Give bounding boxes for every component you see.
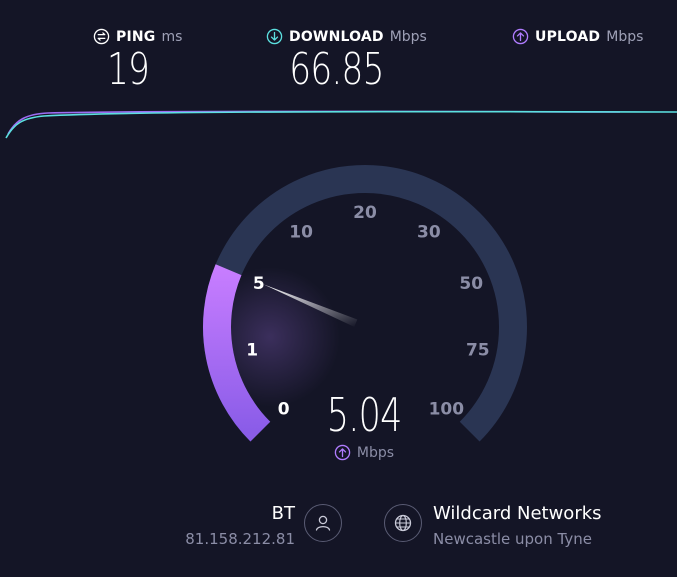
gauge-tick-label-75: 75 — [466, 340, 490, 360]
speed-gauge: 0 1 5 10 20 30 50 75 100 — [200, 165, 527, 442]
isp-ip: 81.158.212.81 — [185, 530, 295, 548]
gauge-tick-label-100: 100 — [429, 399, 465, 419]
gauge-tick-label-20: 20 — [353, 203, 377, 223]
current-speed-value: 5.04 — [326, 388, 403, 442]
gauge-tick-label-5: 5 — [253, 274, 265, 294]
current-speed-unit: Mbps — [356, 444, 395, 461]
gauge-tick-label-1: 1 — [246, 340, 258, 360]
server-info: Wildcard Networks Newcastle upon Tyne — [433, 503, 663, 548]
speedtest-screen: PING ms 19 DOWNLOAD Mbps 66.85 UPLOAD Mb… — [0, 0, 677, 577]
user-icon — [315, 515, 331, 531]
gauge-tick-label-50: 50 — [459, 274, 483, 294]
upload-arrow-icon — [334, 444, 351, 461]
isp-info: BT 81.158.212.81 — [170, 503, 295, 548]
isp-name: BT — [271, 503, 295, 524]
gauge-tick-label-10: 10 — [289, 222, 313, 242]
change-server-button[interactable] — [384, 504, 422, 542]
gauge-tick-label-30: 30 — [417, 222, 441, 242]
current-speed-readout: 5.04 Mbps — [304, 392, 424, 461]
server-name[interactable]: Wildcard Networks — [433, 503, 663, 524]
gauge-tick-label-0: 0 — [278, 399, 290, 419]
current-speed-unit-row: Mbps — [304, 444, 424, 461]
server-location: Newcastle upon Tyne — [433, 530, 592, 548]
globe-icon — [394, 514, 412, 532]
user-button[interactable] — [304, 504, 342, 542]
